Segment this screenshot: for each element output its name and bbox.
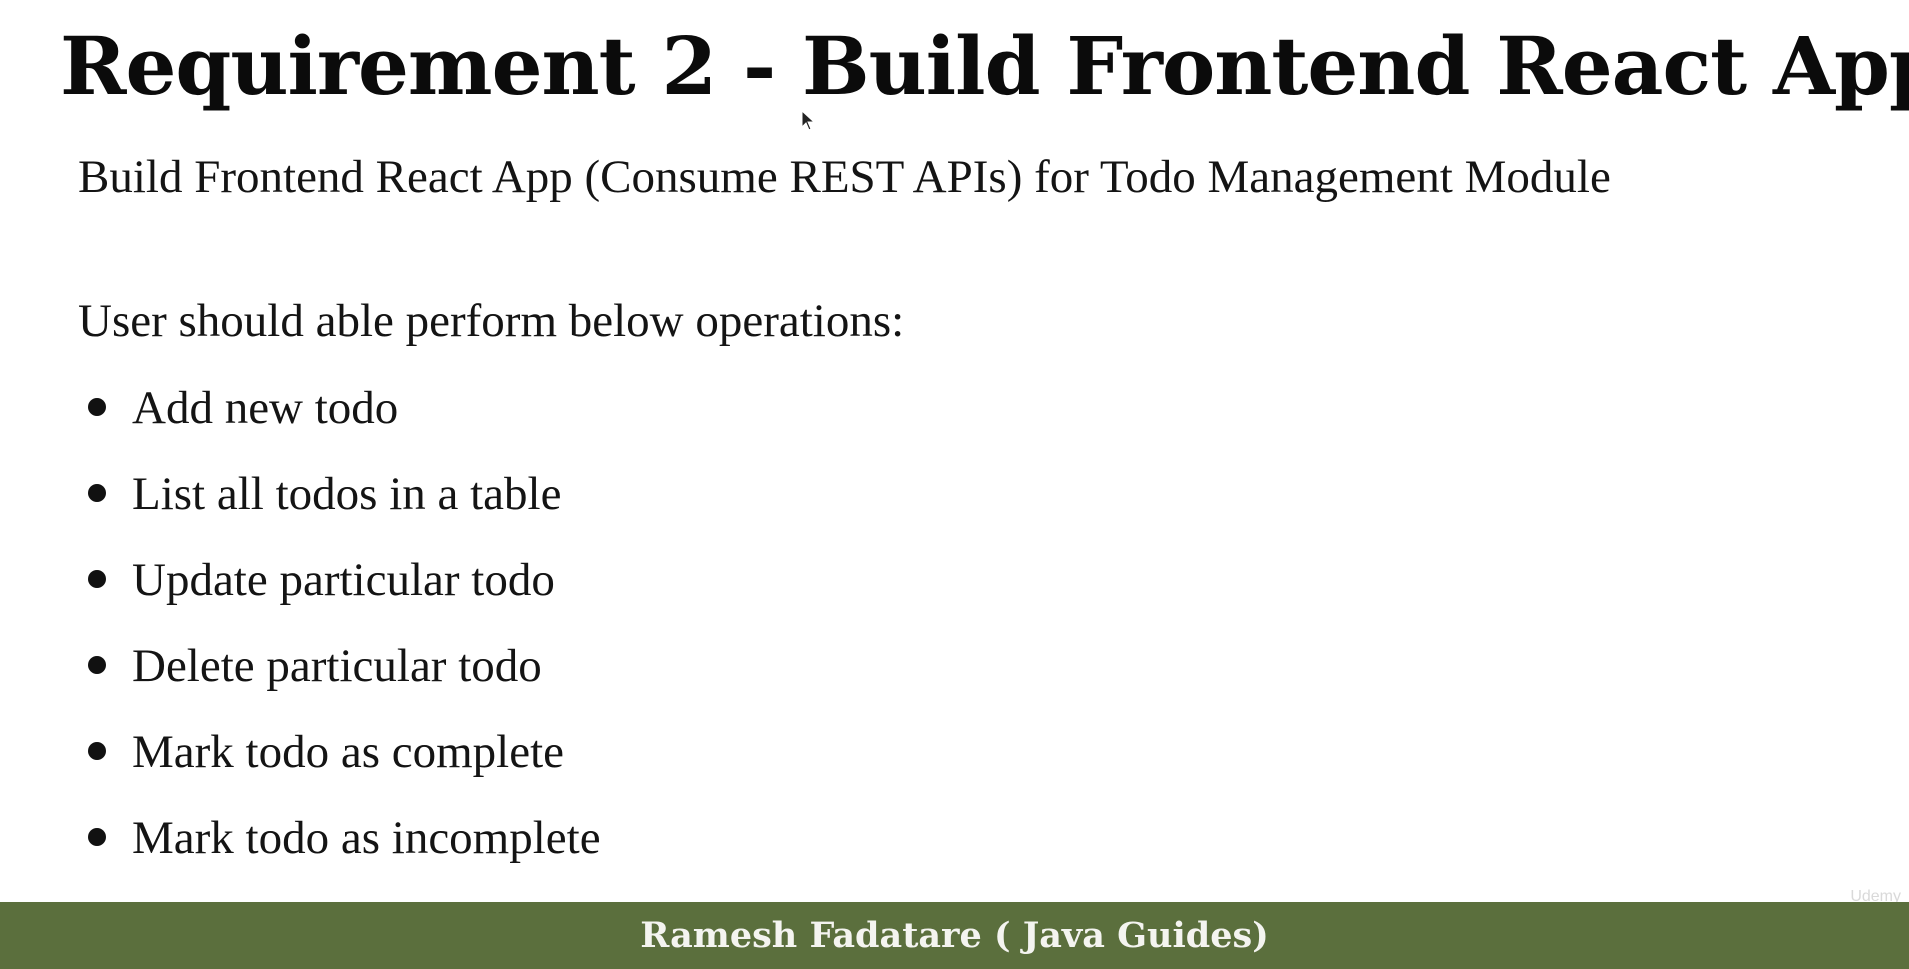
bullet-icon [88,570,106,588]
list-item: Mark todo as complete [78,722,601,808]
list-item: List all todos in a table [78,464,601,550]
bullet-icon [88,484,106,502]
list-item-label: Update particular todo [132,554,555,606]
list-item: Add new todo [78,378,601,464]
slide-title: Requirement 2 - Build Frontend React App [60,19,1909,113]
footer-author: Ramesh Fadatare ( Java Guides) [640,915,1269,956]
mouse-pointer-icon [801,110,816,131]
list-item-label: Add new todo [132,382,399,434]
intro-text: Build Frontend React App (Consume REST A… [78,151,1611,203]
list-item-label: Mark todo as complete [132,726,565,778]
list-item: Mark todo as incomplete [78,808,601,894]
list-item: Delete particular todo [78,636,601,722]
footer-bar: Ramesh Fadatare ( Java Guides) [0,902,1909,969]
bullet-icon [88,398,106,416]
operations-heading: User should able perform below operation… [78,295,905,347]
slide: Requirement 2 - Build Frontend React App… [0,0,1909,969]
list-item-label: List all todos in a table [132,468,562,520]
bullet-icon [88,742,106,760]
list-item: Update particular todo [78,550,601,636]
list-item-label: Mark todo as incomplete [132,812,601,864]
bullet-icon [88,656,106,674]
list-item-label: Delete particular todo [132,640,542,692]
operations-list: Add new todo List all todos in a table U… [78,378,601,894]
bullet-icon [88,828,106,846]
